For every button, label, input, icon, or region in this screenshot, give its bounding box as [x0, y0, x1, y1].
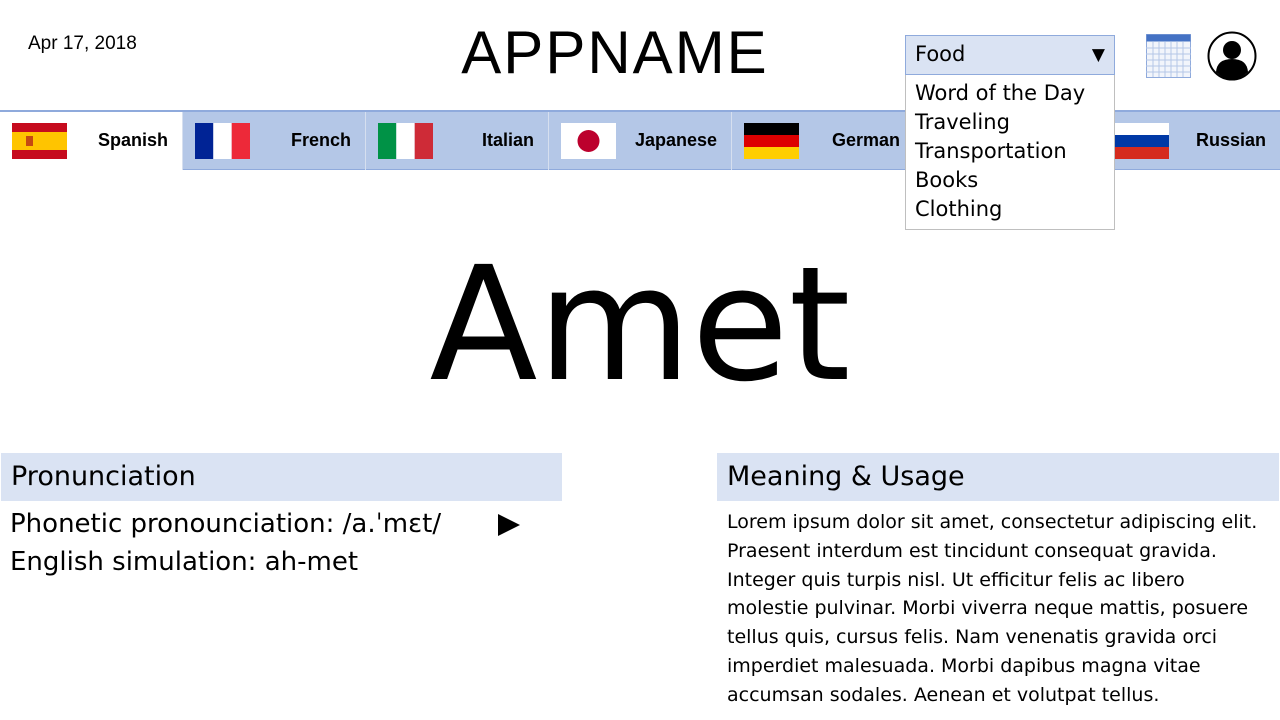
- tab-label-russian: Russian: [1195, 130, 1266, 150]
- category-option-clothing[interactable]: Clothing: [906, 195, 1114, 224]
- meaning-line: imperdiet malesuada. Morbi dapibus magna…: [727, 654, 1201, 677]
- tab-label-italian: Italian: [481, 130, 534, 150]
- meaning-heading: Meaning & Usage: [717, 453, 1279, 501]
- tab-italian[interactable]: Italian: [366, 112, 549, 170]
- tab-label-japanese: Japanese: [634, 130, 717, 150]
- tab-german[interactable]: German: [732, 112, 915, 170]
- meaning-line: Praesent interdum est tincidunt consequa…: [727, 539, 1217, 562]
- meaning-text: Lorem ipsum dolor sit amet, consectetur …: [727, 508, 1275, 710]
- category-select[interactable]: Food ▼: [905, 35, 1115, 75]
- russia-flag-icon: [1114, 123, 1169, 159]
- phonetic-pronunciation: Phonetic pronounciation: /a.ˈmɛt/: [10, 509, 442, 539]
- category-dropdown-menu: Word of the Day Traveling Transportation…: [905, 75, 1115, 230]
- category-select-value: Food: [915, 42, 966, 66]
- spain-flag-icon: [12, 123, 67, 159]
- tab-label-german: German: [831, 130, 900, 150]
- meaning-line: Integer quis turpis nisl. Ut efficitur f…: [727, 568, 1185, 591]
- tab-russian[interactable]: Russian: [1097, 112, 1280, 170]
- category-option-word-of-the-day[interactable]: Word of the Day: [906, 79, 1114, 108]
- user-avatar-icon[interactable]: [1207, 31, 1257, 81]
- meaning-line: tellus quis, cursus felis. Nam venenatis…: [727, 626, 1218, 649]
- pronunciation-heading: Pronunciation: [1, 453, 562, 501]
- tab-label-spanish: Spanish: [97, 130, 168, 150]
- germany-flag-icon: [744, 123, 799, 159]
- tab-label-french: French: [290, 130, 351, 150]
- meaning-line: molestie pulvinar. Morbi viverra neque m…: [727, 597, 1249, 620]
- category-option-traveling[interactable]: Traveling: [906, 108, 1114, 137]
- category-option-books[interactable]: Books: [906, 166, 1114, 195]
- featured-word: Amet: [429, 233, 851, 417]
- dropdown-arrow-icon: ▼: [1091, 45, 1105, 65]
- play-icon[interactable]: [496, 512, 522, 538]
- italy-flag-icon: [378, 123, 433, 159]
- japan-flag-icon: [561, 123, 616, 159]
- tab-spanish[interactable]: Spanish: [0, 112, 183, 170]
- tab-japanese[interactable]: Japanese: [549, 112, 732, 170]
- tab-french[interactable]: French: [183, 112, 366, 170]
- france-flag-icon: [195, 123, 250, 159]
- english-simulation: English simulation: ah-met: [10, 547, 359, 577]
- meaning-line: Lorem ipsum dolor sit amet, consectetur …: [727, 511, 1258, 533]
- category-option-transportation[interactable]: Transportation: [906, 137, 1114, 166]
- meaning-line: accumsan sodales. Aenean et volutpat tel…: [727, 683, 1160, 706]
- calendar-icon[interactable]: [1146, 34, 1191, 78]
